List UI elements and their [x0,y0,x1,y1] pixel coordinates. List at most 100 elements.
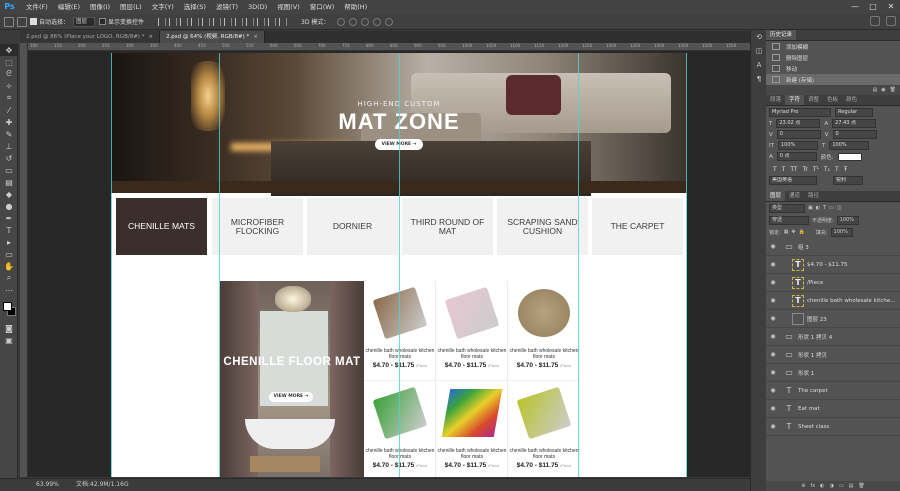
3d-scale-icon[interactable] [385,17,394,26]
more-tools-icon[interactable]: ⋯ [0,284,18,296]
visibility-eye-icon[interactable]: ◉ [766,297,780,304]
layer-row[interactable]: ◉ 图层 23 [766,310,900,328]
tracking-field[interactable]: 0 [832,130,877,139]
healing-brush-icon[interactable]: ✚ [0,116,18,128]
history-panel-icon[interactable]: ⟲ [751,30,767,44]
category-chenille-mats[interactable]: CHENILLE MATS [116,198,207,255]
tab-layers[interactable]: 图层 [766,191,786,201]
hand-tool-icon[interactable]: ✋ [0,260,18,272]
product-card[interactable]: chenille bath wholesale kitchen floor ma… [364,281,436,381]
all-caps-icon[interactable]: TT [790,166,797,173]
menu-view[interactable]: 视图(V) [272,0,305,14]
category-the-carpet[interactable]: THE CARPET [592,198,683,255]
blur-tool-icon[interactable]: ◆ [0,188,18,200]
menu-type[interactable]: 文字(Y) [147,0,179,14]
visibility-eye-icon[interactable]: ◉ [766,315,780,322]
subscript-icon[interactable]: T₁ [824,166,830,173]
document-canvas[interactable]: HIGH-END CUSTOM MAT ZONE VIEW MORE → CHE… [111,53,687,477]
maximize-button[interactable]: □ [864,0,882,14]
type-tool-icon[interactable]: T [0,224,18,236]
foreground-color[interactable] [3,302,12,311]
dodge-tool-icon[interactable]: ● [0,200,18,212]
baseline-shift-field[interactable]: 0 点 [776,152,817,161]
3d-pan-icon[interactable] [361,17,370,26]
tab-swatches[interactable]: 色板 [823,95,842,105]
delete-layer-icon[interactable]: 🗑 [858,481,864,491]
lock-pixels-icon[interactable]: ▦ [784,229,789,235]
horizontal-scale-field[interactable]: 100% [829,141,870,150]
opacity-field[interactable]: 100% [836,215,859,225]
quick-mask-icon[interactable]: ◙ [0,322,18,334]
marquee-tool-icon[interactable]: ⬚ [0,56,18,68]
horizontal-ruler[interactable]: 100 150 200 250 300 350 400 450 500 550 600 650 700 7… [28,43,750,51]
move-tool-icon[interactable]: ✥ [0,44,18,56]
gradient-tool-icon[interactable]: ▤ [0,176,18,188]
category-dornier[interactable]: DORNIER [307,198,398,255]
3d-slide-icon[interactable] [373,17,382,26]
new-document-icon[interactable]: ▤ [873,85,878,95]
distribute-top-icon[interactable] [224,17,233,26]
menu-layer[interactable]: 图层(L) [115,0,147,14]
guide-line[interactable] [578,53,579,477]
distribute-hcenter-icon[interactable] [268,17,277,26]
distribute-bottom-icon[interactable] [246,17,255,26]
minimize-button[interactable]: — [846,0,864,14]
antialias-select[interactable]: 锐利 [833,176,863,185]
filter-pixel-icon[interactable]: ▣ [808,205,813,211]
product-card[interactable]: chenille bath wholesale kitchen floor ma… [364,381,436,477]
tab-document-1[interactable]: 2.psd @ 86% (Place your LOGO, RGB/8#) * × [20,31,161,43]
guide-line[interactable] [111,53,112,477]
lock-all-icon[interactable]: 🔒 [799,229,805,235]
align-left-icon[interactable] [191,17,200,26]
new-group-icon[interactable]: ▭ [839,481,844,491]
vertical-scale-field[interactable]: 100% [777,141,818,150]
paragraph-panel-icon[interactable]: ¶ [751,72,767,86]
magic-wand-icon[interactable]: ✧ [0,80,18,92]
vertical-ruler[interactable] [20,43,28,477]
menu-window[interactable]: 窗口(W) [305,0,340,14]
history-item[interactable]: 移动 [766,63,900,74]
visibility-eye-icon[interactable]: ◉ [766,333,780,340]
menu-file[interactable]: 文件(F) [21,0,53,14]
visibility-eye-icon[interactable]: ◉ [766,423,780,430]
layer-row[interactable]: ◉ Tchenille bath wholesale kitche... [766,292,900,310]
align-vcenter-icon[interactable] [169,17,178,26]
visibility-eye-icon[interactable]: ◉ [766,369,780,376]
kerning-field[interactable]: 0 [776,130,821,139]
add-mask-icon[interactable]: ◐ [820,481,824,491]
align-right-icon[interactable] [213,17,222,26]
new-layer-icon[interactable]: ▤ [849,481,854,491]
pen-tool-icon[interactable]: ✒ [0,212,18,224]
menu-3d[interactable]: 3D(D) [243,0,272,14]
filter-adjust-icon[interactable]: ◐ [816,205,820,211]
color-swatches[interactable] [0,300,18,322]
zoom-level[interactable]: 63.99% [36,479,59,491]
fill-field[interactable]: 100% [830,227,853,237]
path-select-icon[interactable]: ▸ [0,236,18,248]
visibility-eye-icon[interactable]: ◉ [766,261,780,268]
guide-line[interactable] [686,53,687,477]
tool-preset-icon[interactable] [17,16,27,27]
strikethrough-icon[interactable]: Ŧ [844,166,848,173]
auto-select-dropdown[interactable]: 图层 [73,16,96,27]
menu-select[interactable]: 选择(S) [179,0,211,14]
tab-paragraph[interactable]: 段落 [766,95,785,105]
category-microfiber-flocking[interactable]: MICROFIBER FLOCKING [212,198,303,255]
font-family-select[interactable]: Myriad Pro [769,108,831,117]
layer-row[interactable]: ◉ T Eat mat [766,400,900,418]
product-card[interactable]: chenille bath wholesale kitchen floor ma… [508,381,580,477]
product-card[interactable]: chenille bath wholesale kitchen floor ma… [508,281,580,381]
close-button[interactable]: ✕ [882,0,900,14]
guide-line[interactable] [399,53,400,477]
leading-field[interactable]: 27.43 点 [832,119,877,128]
workspace-icon[interactable] [886,16,896,26]
layer-row[interactable]: ◉ T Sheet class [766,418,900,436]
zoom-tool-icon[interactable]: ⌕ [0,272,18,284]
layer-row[interactable]: ◉ T/Piece [766,274,900,292]
menu-image[interactable]: 图像(I) [85,0,115,14]
layer-kind-filter[interactable]: 类型 [769,203,805,213]
category-third-round-of-mat[interactable]: THIRD ROUND OF MAT [402,198,493,255]
product-card[interactable]: chenille bath wholesale kitchen floor ma… [436,381,508,477]
visibility-eye-icon[interactable]: ◉ [766,279,780,286]
distribute-left-icon[interactable] [257,17,266,26]
